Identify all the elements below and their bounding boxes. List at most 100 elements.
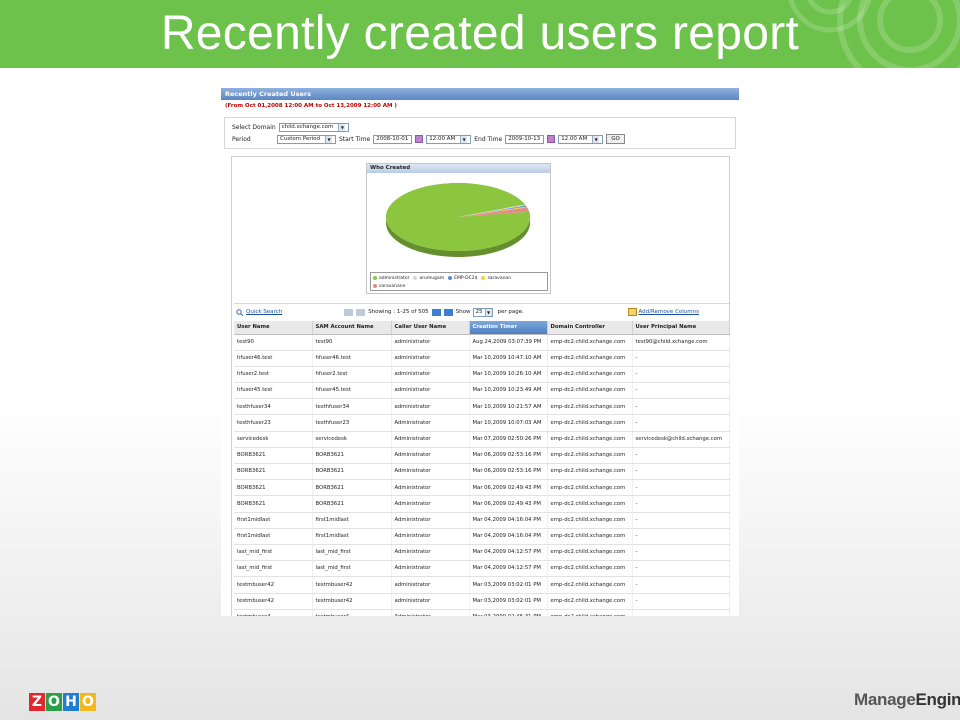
table-row[interactable]: BORB3621 BORB3621 Administrator Mar 06,2009… (234, 447, 730, 465)
column-header[interactable]: User Name (234, 321, 313, 335)
table-cell: hfuser45.test (312, 382, 392, 400)
table-cell: Administrator (391, 479, 470, 497)
table-cell: Administrator (391, 447, 470, 465)
table-cell: Mar 10,2009 10:47:10 AM (469, 350, 548, 367)
table-row[interactable]: testhfuser34 testhfuser34 administrator Mar… (234, 398, 730, 416)
table-cell: first1midlast (234, 512, 313, 529)
column-header[interactable]: Domain Controller (547, 321, 633, 335)
quick-search-link[interactable]: Quick Search (246, 309, 282, 315)
table-cell: testmbuser42 (234, 593, 313, 610)
next-page-icon[interactable] (431, 308, 441, 316)
table-cell: emp-dc2.child.xchange.com (547, 528, 633, 545)
legend-item: saravanan (481, 274, 511, 282)
legend-swatch (481, 276, 486, 280)
table-header-row: User Name SAM Account Name Caller User Nam… (234, 321, 730, 335)
table-cell: Administrator (391, 544, 470, 562)
period-select[interactable]: Custom Period ▼ (277, 134, 336, 144)
table-cell: emp-dc2.child.xchange.com (547, 593, 633, 610)
go-button[interactable]: GO (606, 134, 625, 144)
table-row[interactable]: testhfuser23 testhfuser23 Administrator Mar… (234, 414, 730, 432)
legend-swatch (413, 276, 418, 280)
table-row[interactable]: last_mid_first last_mid_first Administrato… (234, 560, 730, 578)
table-row[interactable]: hfuser46.test hfuser46.test administrator M… (234, 350, 730, 367)
start-time-select[interactable]: 12.00 AM ▼ (426, 134, 472, 144)
table-cell: administrator (391, 593, 470, 610)
table-cell: testhfuser23 (312, 414, 392, 432)
table-cell: - (632, 576, 730, 594)
table-row[interactable]: servicedesk servicedesk Administrator Mar 0… (234, 431, 730, 448)
table-row[interactable]: hfuser45.test hfuser45.test administrator M… (234, 382, 730, 400)
chevron-down-icon: ▼ (592, 135, 600, 143)
table-cell: Administrator (391, 463, 470, 481)
table-cell: Administrator (391, 414, 470, 432)
legend-label: saravanan (487, 275, 512, 281)
end-date-input[interactable]: 2009-10-13 (505, 134, 545, 144)
table-row[interactable]: BORB3621 BORB3621 Administrator Mar 06,2009… (234, 495, 730, 513)
table-cell: - (632, 350, 730, 367)
table-cell: hfuser46.test (312, 350, 392, 367)
previous-page-icon[interactable] (356, 308, 366, 316)
legend-label: EMP-DC2$ (454, 275, 478, 281)
table-cell: testmbuser42 (312, 576, 392, 594)
calendar-icon[interactable] (547, 135, 556, 143)
end-time-select[interactable]: 12.00 AM ▼ (558, 134, 604, 144)
table-row[interactable]: testmbuser4testmbuser4AdministratorMar 0… (234, 609, 730, 616)
table-cell: - (632, 512, 730, 529)
zoho-logo: ZOHO (29, 693, 97, 711)
table-cell: hfuser2.test (234, 366, 313, 384)
table-cell: Administrator (391, 560, 470, 578)
table-cell: BORB3621 (234, 479, 313, 497)
last-page-icon[interactable] (443, 308, 453, 316)
chart-title: Who Created (367, 164, 550, 173)
table-cell: BORB3621 (312, 479, 392, 497)
table-cell: - (632, 447, 730, 465)
table-cell: administrator (391, 382, 470, 400)
chevron-down-icon: ▼ (484, 308, 492, 316)
table-row[interactable]: testmbuser42 testmbuser42 administrator Mar… (234, 576, 730, 594)
domain-label: Select Domain (232, 123, 276, 131)
column-header[interactable]: Caller User Name (391, 321, 470, 335)
start-date-input[interactable]: 2008-10-01 (373, 134, 413, 144)
table-toolbar: Quick Search Showing : 1-25 of 505 Show … (234, 303, 729, 320)
filter-panel: Select Domain child.xchange.com ▼ Period … (224, 117, 736, 149)
table-cell: emp-dc2.child.xchange.com (547, 560, 633, 578)
column-header[interactable]: SAM Account Name (312, 321, 392, 335)
add-remove-columns-link[interactable]: Add/Remove Columns (639, 309, 700, 315)
table-cell: testhfuser34 (312, 398, 392, 416)
table-cell: - (632, 560, 730, 578)
table-row[interactable]: first1midlast first1midlast Administrator M… (234, 528, 730, 545)
table-row[interactable]: test90 test90 administrator Aug 24,2009 03:… (234, 334, 730, 351)
table-cell: administrator (391, 398, 470, 416)
table-cell: testmbuser4 (234, 609, 313, 616)
table-cell: BORB3621 (312, 447, 392, 465)
domain-select[interactable]: child.xchange.com ▼ (278, 122, 350, 132)
table-cell: - (632, 593, 730, 610)
slide-title: Recently created users report (160, 7, 800, 60)
columns-icon (627, 308, 637, 316)
end-time-label: End Time (474, 135, 503, 143)
table-cell: BORB3621 (234, 463, 313, 481)
table-cell: BORB3621 (312, 463, 392, 481)
column-header[interactable]: Creation Time▾ (469, 321, 548, 335)
table-row[interactable]: testmbuser42 testmbuser42 administrator Mar… (234, 593, 730, 610)
column-header[interactable]: User Principal Name (632, 321, 730, 335)
table-row[interactable]: BORB3621 BORB3621 Administrator Mar 06,2009… (234, 463, 730, 481)
table-row[interactable]: last_mid_first last_mid_first Administrato… (234, 544, 730, 562)
table-row[interactable]: first1midlast first1midlast Administrator M… (234, 512, 730, 529)
first-page-icon[interactable] (344, 308, 354, 316)
table-cell: emp-dc2.child.xchange.com (547, 463, 633, 481)
calendar-icon[interactable] (415, 135, 424, 143)
per-page-select[interactable]: 25 ▼ (472, 307, 493, 317)
table-cell: - (632, 528, 730, 545)
table-cell: emp-dc2.child.xchange.com (547, 350, 633, 367)
pie-slice-administrator[interactable] (386, 182, 530, 251)
table-cell: emp-dc2.child.xchange.com (547, 398, 633, 416)
legend-item: saravanann (373, 282, 405, 290)
table-row[interactable]: BORB3621 BORB3621 Administrator Mar 06,2009… (234, 479, 730, 497)
table-cell: Mar 10,2009 10:07:03 AM (469, 414, 548, 432)
legend-item: arumugam (413, 274, 444, 282)
table-cell: Mar 04,2009 04:12:57 PM (469, 544, 548, 562)
table-cell: first1midlast (312, 512, 392, 529)
table-cell: emp-dc2.child.xchange.com (547, 512, 633, 529)
table-row[interactable]: hfuser2.test hfuser2.test administrator Mar… (234, 366, 730, 384)
